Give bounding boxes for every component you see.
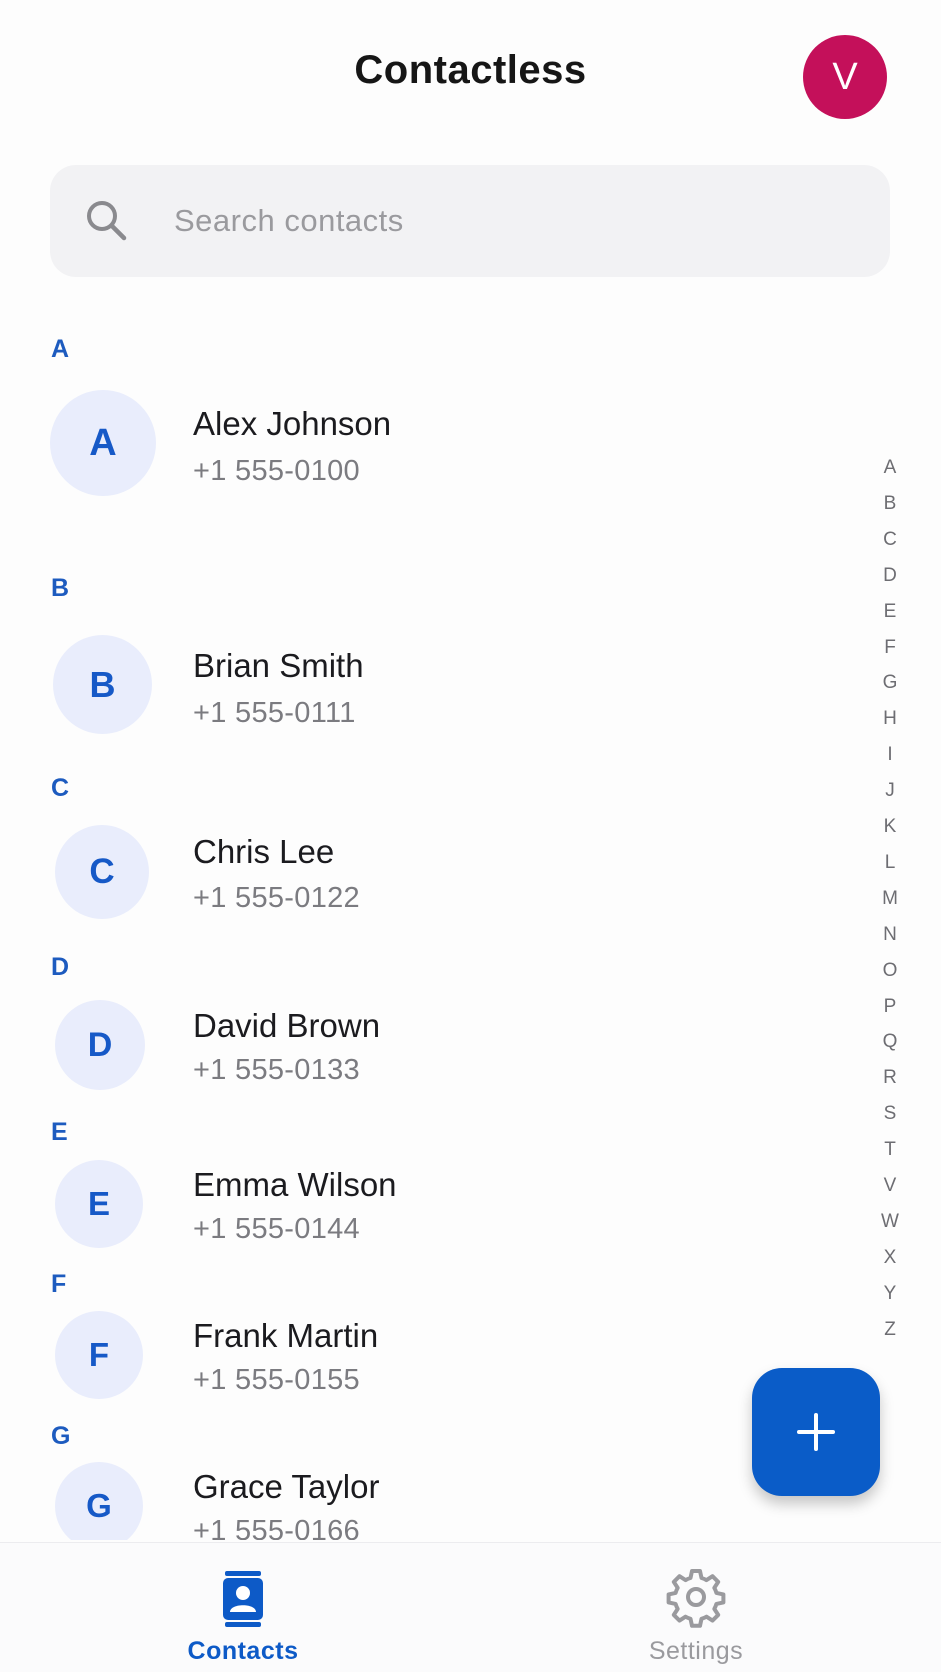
- contact-avatar: G: [55, 1462, 143, 1540]
- alphabet-index-letter-e[interactable]: E: [870, 601, 910, 623]
- alphabet-index-letter-f[interactable]: F: [870, 637, 910, 659]
- contact-phone: +1 555-0122: [193, 882, 360, 914]
- alphabet-index-letter-t[interactable]: T: [870, 1139, 910, 1161]
- contact-avatar: B: [53, 635, 152, 734]
- contact-name: Emma Wilson: [193, 1166, 397, 1203]
- nav-label-settings: Settings: [648, 1637, 744, 1665]
- gear-icon: [666, 1569, 726, 1628]
- contact-name: Chris Lee: [193, 833, 335, 870]
- search-icon: [87, 201, 127, 241]
- contacts-screen: Contactless V A A Alex Johnson +1 555-01…: [0, 0, 941, 1672]
- contact-avatar: E: [55, 1160, 143, 1248]
- alphabet-index-letter-q[interactable]: Q: [870, 1031, 910, 1053]
- alphabet-index-letter-h[interactable]: H: [870, 708, 910, 730]
- bottom-navigation: Contacts Settings: [0, 1542, 941, 1672]
- contact-card-icon: [223, 1571, 263, 1627]
- alphabet-index-letter-l[interactable]: L: [870, 852, 910, 874]
- contact-phone: +1 555-0133: [193, 1054, 360, 1086]
- contact-phone: +1 555-0100: [193, 455, 360, 487]
- contact-name: Frank Martin: [193, 1317, 379, 1354]
- page-title: Contactless: [354, 48, 587, 92]
- contact-row[interactable]: E Emma Wilson +1 555-0144: [0, 1160, 860, 1260]
- nav-tab-settings[interactable]: Settings: [546, 1543, 846, 1672]
- alphabet-index-letter-c[interactable]: C: [870, 529, 910, 551]
- contact-avatar: D: [55, 1000, 145, 1090]
- contact-phone: +1 555-0144: [193, 1213, 360, 1245]
- section-header-b: B: [51, 574, 70, 602]
- contact-avatar: A: [50, 390, 156, 496]
- alphabet-index-letter-n[interactable]: N: [870, 924, 910, 946]
- contact-row[interactable]: C Chris Lee +1 555-0122: [0, 825, 860, 925]
- nav-label-contacts: Contacts: [187, 1637, 299, 1665]
- alphabet-index-letter-o[interactable]: O: [870, 960, 910, 982]
- user-avatar-button[interactable]: V: [803, 35, 887, 119]
- search-input[interactable]: [174, 196, 814, 246]
- section-header-e: E: [51, 1118, 68, 1146]
- plus-icon: [797, 1413, 835, 1451]
- nav-tab-contacts[interactable]: Contacts: [93, 1543, 393, 1672]
- contact-row[interactable]: F Frank Martin +1 555-0155: [0, 1311, 860, 1411]
- alphabet-index-letter-j[interactable]: J: [870, 780, 910, 802]
- alphabet-index-letter-a[interactable]: A: [870, 457, 910, 479]
- alphabet-index-letter-m[interactable]: M: [870, 888, 910, 910]
- alphabet-index-letter-z[interactable]: Z: [870, 1319, 910, 1341]
- alphabet-index-letter-p[interactable]: P: [870, 996, 910, 1018]
- contact-row[interactable]: D David Brown +1 555-0133: [0, 1000, 860, 1100]
- alphabet-index-letter-y[interactable]: Y: [870, 1283, 910, 1305]
- contact-name: Alex Johnson: [193, 405, 392, 442]
- contact-row[interactable]: A Alex Johnson +1 555-0100: [0, 390, 860, 496]
- alphabet-index-letter-k[interactable]: K: [870, 816, 910, 838]
- contact-phone: +1 555-0166: [193, 1515, 360, 1540]
- section-header-f: F: [51, 1270, 67, 1298]
- alphabet-index-letter-d[interactable]: D: [870, 565, 910, 587]
- contact-row[interactable]: B Brian Smith +1 555-0111: [0, 635, 860, 735]
- contact-name: Grace Taylor: [193, 1468, 380, 1505]
- alphabet-index-letter-b[interactable]: B: [870, 493, 910, 515]
- alphabet-index-letter-i[interactable]: I: [870, 744, 910, 766]
- contact-avatar: C: [55, 825, 149, 919]
- contact-list[interactable]: A A Alex Johnson +1 555-0100 B B Brian S…: [0, 300, 941, 1540]
- alphabet-index-letter-x[interactable]: X: [870, 1247, 910, 1269]
- contact-name: David Brown: [193, 1007, 381, 1044]
- alphabet-index-letter-v[interactable]: V: [870, 1175, 910, 1197]
- add-contact-button[interactable]: [752, 1368, 880, 1496]
- alphabet-index-letter-g[interactable]: G: [870, 672, 910, 694]
- contact-avatar: F: [55, 1311, 143, 1399]
- section-header-a: A: [51, 335, 70, 363]
- contact-name: Brian Smith: [193, 647, 364, 684]
- alphabet-index-letter-r[interactable]: R: [870, 1067, 910, 1089]
- contact-row[interactable]: G Grace Taylor +1 555-0166: [0, 1462, 860, 1540]
- section-header-d: D: [51, 953, 70, 981]
- app-header: Contactless V: [0, 0, 941, 150]
- contact-phone: +1 555-0111: [193, 697, 356, 729]
- section-header-c: C: [51, 774, 70, 802]
- alphabet-index-letter-w[interactable]: W: [870, 1211, 910, 1233]
- alphabet-index-letter-s[interactable]: S: [870, 1103, 910, 1125]
- contact-phone: +1 555-0155: [193, 1364, 360, 1396]
- section-header-g: G: [51, 1422, 71, 1450]
